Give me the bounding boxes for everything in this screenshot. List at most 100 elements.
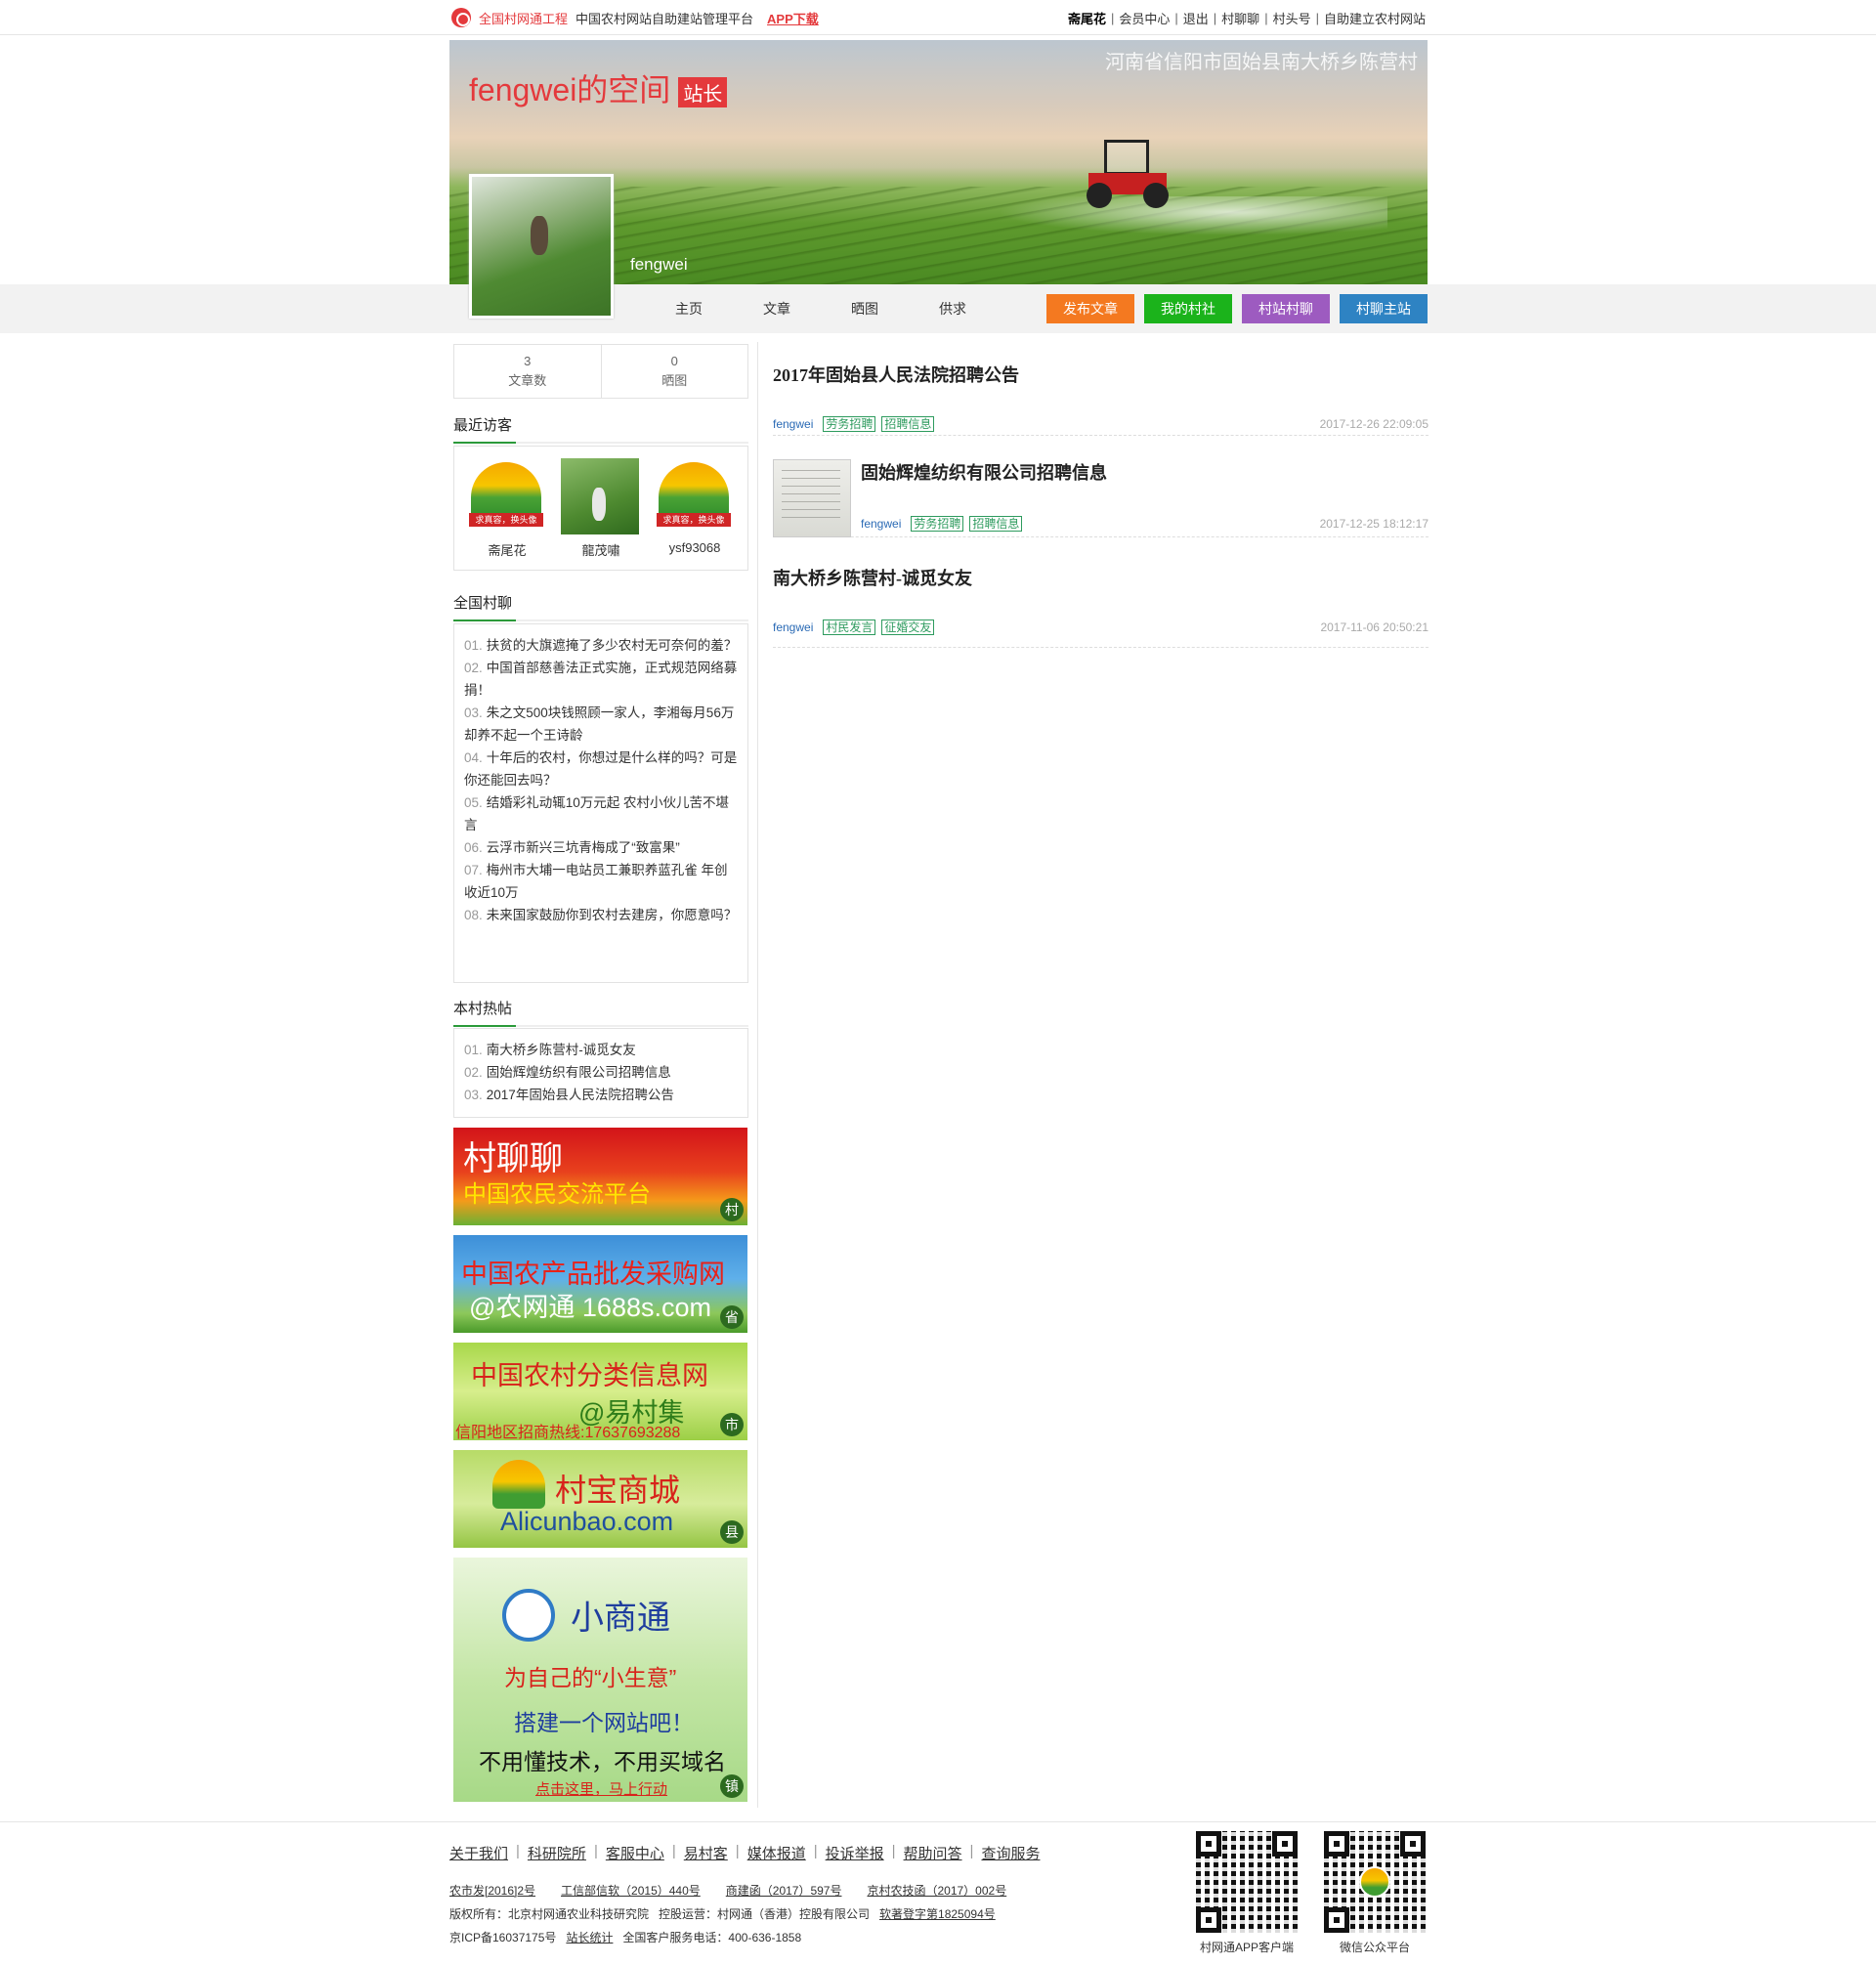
nav-articles[interactable]: 文章 [733,299,821,319]
article-tag[interactable]: 招聘信息 [881,416,935,432]
footer-link-complaint[interactable]: 投诉举报 [826,1843,884,1863]
list-item-text[interactable]: 云浮市新兴三坑青梅成了“致富果” [487,840,680,855]
list-item-text[interactable]: 结婚彩礼动辄10万元起 农村小伙儿苦不堪言 [464,795,729,833]
list-item-text[interactable]: 固始辉煌纺织有限公司招聘信息 [487,1065,671,1080]
ad-banner-cunbao-mall[interactable]: 村宝商城 Alicunbao.com 县 [453,1450,747,1548]
ad-line: 不用懂技术，不用买域名 [479,1749,726,1774]
software-copyright-link[interactable]: 软著登字第1825094号 [879,1905,996,1922]
list-item[interactable]: 01. 南大桥乡陈营村-诚觅女友 [464,1039,738,1061]
nav-supply-demand[interactable]: 供求 [909,299,997,319]
visitor-name[interactable]: 斋尾花 [467,540,547,559]
stat-photos[interactable]: 0 晒图 [600,345,748,398]
visitor-photo-avatar[interactable] [561,458,639,534]
article-title[interactable]: 固始辉煌纺织有限公司招聘信息 [861,459,1428,485]
recent-visitors-box: 斋尾花 龍茂嘯 ysf93068 [453,446,748,571]
article-title[interactable]: 南大桥乡陈营村-诚觅女友 [773,565,1428,590]
visitor-item[interactable]: 龍茂嘯 [561,458,641,559]
list-item-text[interactable]: 未来国家鼓励你到农村去建房，你愿意吗？ [487,908,738,922]
article-item[interactable]: 2017年固始县人民法院招聘公告 fengwei 劳务招聘 招聘信息 2017-… [773,362,1428,436]
article-tag[interactable]: 劳务招聘 [823,416,876,432]
article-tag[interactable]: 村民发言 [823,619,876,635]
license-link[interactable]: 工信部信软（2015）440号 [561,1882,701,1899]
list-item[interactable]: 05. 结婚彩礼动辄10万元起 农村小伙儿苦不堪言 [464,791,738,836]
photos-count: 0 [670,354,678,368]
list-item[interactable]: 02. 中国首部慈善法正式实施，正式规范网络募捐！ [464,657,738,702]
ad-subline: 中国农民交流平台 [463,1181,651,1208]
footer-link-about[interactable]: 关于我们 [449,1843,508,1863]
list-item-text[interactable]: 扶贫的大旗遮掩了多少农村无可奈何的羞？ [487,638,738,653]
site-stats-link[interactable]: 站长统计 [566,1929,613,1945]
footer-link-query[interactable]: 查询服务 [981,1843,1040,1863]
visitor-name[interactable]: ysf93068 [655,540,735,555]
list-item[interactable]: 03. 2017年固始县人民法院招聘公告 [464,1084,738,1106]
village-chat-button[interactable]: 村站村聊 [1242,294,1330,323]
footer-link-yicunke[interactable]: 易村客 [684,1843,728,1863]
list-item[interactable]: 01. 扶贫的大旗遮掩了多少农村无可奈何的羞？ [464,634,738,657]
article-tag[interactable]: 征婚交友 [881,619,935,635]
ad-cta-link[interactable]: 点击这里，马上行动 [535,1778,667,1799]
list-item[interactable]: 03. 朱之文500块钱照顾一家人，李湘每月56万却养不起一个王诗龄 [464,702,738,747]
default-avatar-icon[interactable] [655,458,733,534]
footer-link-service[interactable]: 客服中心 [606,1843,664,1863]
village-chat-link[interactable]: 村聊聊 [1221,9,1259,27]
article-item[interactable]: 南大桥乡陈营村-诚觅女友 fengwei 村民发言 征婚交友 2017-11-0… [773,565,1428,648]
nav-home[interactable]: 主页 [645,299,733,319]
visitor-item[interactable]: ysf93068 [655,458,735,559]
visitor-name[interactable]: 龍茂嘯 [561,540,641,559]
logout-link[interactable]: 退出 [1183,9,1209,27]
brand-name[interactable]: 全国村网通工程 [479,9,568,27]
list-item[interactable]: 07. 梅州市大埔一电站员工兼职养蓝孔雀 年创收近10万 [464,859,738,904]
list-item-text[interactable]: 梅州市大埔一电站员工兼职养蓝孔雀 年创收近10万 [464,863,728,900]
my-village-button[interactable]: 我的村社 [1144,294,1232,323]
national-chat-list: 01. 扶贫的大旗遮掩了多少农村无可奈何的羞？ 02. 中国首部慈善法正式实施，正式… [453,623,748,983]
list-item-text[interactable]: 十年后的农村，你想过是什么样的吗？可是你还能回去吗？ [464,750,737,788]
ad-banner-nongwangtong[interactable]: 中国农产品批发采购网 @农网通 1688s.com 省 [453,1235,747,1333]
visitor-item[interactable]: 斋尾花 [467,458,547,559]
ad-banner-yicunji[interactable]: 中国农村分类信息网 @易村集 信阳地区招商热线:17637693288 市 [453,1343,747,1440]
article-title[interactable]: 2017年固始县人民法院招聘公告 [773,362,1428,387]
ad-banner-cunliaoliao[interactable]: 村聊聊 中国农民交流平台 村 [453,1128,747,1225]
current-user-link[interactable]: 斋尾花 [1068,9,1106,27]
license-link[interactable]: 商建函（2017）597号 [726,1882,842,1899]
build-site-link[interactable]: 自助建立农村网站 [1324,9,1426,27]
chat-main-site-button[interactable]: 村聊主站 [1340,294,1428,323]
footer-link-research[interactable]: 科研院所 [528,1843,586,1863]
list-item[interactable]: 06. 云浮市新兴三坑青梅成了“致富果” [464,836,738,859]
member-center-link[interactable]: 会员中心 [1119,9,1170,27]
ad-subline: @农网通 1688s.com [469,1293,711,1322]
article-tag[interactable]: 招聘信息 [969,516,1023,532]
list-item[interactable]: 08. 未来国家鼓励你到农村去建房，你愿意吗？ [464,904,738,926]
article-tag[interactable]: 劳务招聘 [911,516,964,532]
village-headline-link[interactable]: 村头号 [1273,9,1311,27]
list-number: 02. [464,661,483,675]
publish-article-button[interactable]: 发布文章 [1046,294,1134,323]
copyright-owner: 版权所有：北京村网通农业科技研究院 [449,1907,650,1921]
default-avatar-icon[interactable] [467,458,545,534]
article-author[interactable]: fengwei [773,417,813,431]
article-thumbnail[interactable] [773,459,851,537]
list-item[interactable]: 02. 固始辉煌纺织有限公司招聘信息 [464,1061,738,1084]
license-link[interactable]: 京村农技函（2017）002号 [867,1882,1006,1899]
article-author[interactable]: fengwei [861,517,901,531]
list-item-text[interactable]: 中国首部慈善法正式实施，正式规范网络募捐！ [464,661,737,698]
profile-avatar[interactable] [469,174,614,319]
separator: | [1213,10,1217,25]
stat-articles[interactable]: 3 文章数 [454,345,601,398]
footer-links: 关于我们 | 科研院所 | 客服中心 | 易村客 | 媒体报道 | 投诉举报 | 帮助问答 |… [449,1843,1040,1863]
license-link[interactable]: 农市发[2016]2号 [449,1882,535,1899]
ad-banner-xiaoshangtong[interactable]: 小商通 为自己的“小生意” 搭建一个网站吧！ 不用懂技术，不用买域名 点击这里，… [453,1558,747,1802]
footer-link-help[interactable]: 帮助问答 [904,1843,962,1863]
footer-link-media[interactable]: 媒体报道 [747,1843,806,1863]
article-item[interactable]: 固始辉煌纺织有限公司招聘信息 fengwei 劳务招聘 招聘信息 2017-12… [773,459,1428,537]
separator: | [1315,10,1319,25]
article-meta: fengwei 劳务招聘 招聘信息 2017-12-26 22:09:05 [773,416,1428,432]
list-item-text[interactable]: 南大桥乡陈营村-诚觅女友 [487,1043,636,1057]
brand-logo-icon[interactable] [451,8,471,27]
list-item-text[interactable]: 2017年固始县人民法院招聘公告 [487,1088,674,1102]
article-author[interactable]: fengwei [773,620,813,634]
list-item[interactable]: 04. 十年后的农村，你想过是什么样的吗？可是你还能回去吗？ [464,747,738,791]
app-download-link[interactable]: APP下载 [767,9,819,27]
ad-line: 为自己的“小生意” [504,1665,677,1690]
nav-photos[interactable]: 晒图 [821,299,909,319]
list-item-text[interactable]: 朱之文500块钱照顾一家人，李湘每月56万却养不起一个王诗龄 [464,705,734,743]
